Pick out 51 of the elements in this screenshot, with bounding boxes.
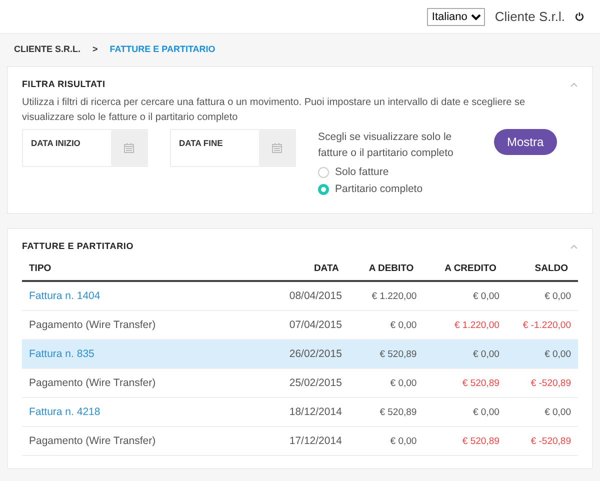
calendar-icon[interactable] bbox=[124, 143, 134, 153]
table-cell: 26/02/2015 bbox=[272, 340, 349, 368]
table-cell: € 520,89 bbox=[348, 398, 424, 426]
card-title: FATTURE E PARTITARIO bbox=[22, 241, 134, 251]
radio-icon[interactable] bbox=[318, 184, 329, 194]
invoice-link[interactable]: Fattura n. 1404 bbox=[22, 281, 272, 310]
choice-label: Scegli se visualizzare solo le fatture o il partitario completo bbox=[318, 130, 454, 161]
table-cell: € 520,89 bbox=[424, 426, 506, 456]
table-cell: € 0,00 bbox=[424, 281, 506, 310]
table-cell: € -520,89 bbox=[506, 426, 578, 456]
table-cell: € 0,00 bbox=[424, 340, 506, 368]
invoice-link[interactable]: Fattura n. 4218 bbox=[22, 398, 272, 426]
option-label: Solo fatture bbox=[335, 166, 389, 178]
date-field[interactable]: DATA FINE bbox=[170, 129, 296, 167]
table-cell: € 520,89 bbox=[348, 340, 424, 368]
table-cell: € 0,00 bbox=[424, 398, 506, 426]
calendar-icon[interactable] bbox=[272, 143, 282, 153]
option-label: Partitario completo bbox=[335, 183, 423, 195]
power-icon[interactable] bbox=[575, 12, 584, 21]
radio-option[interactable]: Partitario completo bbox=[318, 183, 468, 195]
table-cell: € 0,00 bbox=[348, 426, 424, 456]
language-select[interactable]: Italiano bbox=[426, 8, 485, 26]
column-header: SALDO bbox=[506, 257, 578, 281]
collapse-icon[interactable] bbox=[570, 244, 578, 248]
table-cell: € 1.220,00 bbox=[348, 281, 424, 310]
breadcrumb-link[interactable]: CLIENTE S.R.L. bbox=[14, 44, 81, 54]
table-cell: € 0,00 bbox=[506, 281, 578, 310]
table-cell: 08/04/2015 bbox=[272, 281, 349, 310]
table-cell: € 520,89 bbox=[424, 368, 506, 398]
table-cell: 25/02/2015 bbox=[272, 368, 349, 398]
table-cell: € -520,89 bbox=[506, 368, 578, 398]
table-cell: € 0,00 bbox=[506, 340, 578, 368]
user-name: Cliente S.r.l. bbox=[494, 9, 565, 24]
column-header: TIPO bbox=[22, 257, 272, 281]
description-text: Utilizza i filtri di ricerca per cercare una fattura o un movimento. Puoi impostare un intervallo di date e scegliere se visualizzare solo le fatture o il partitario completo bbox=[22, 96, 526, 125]
table-cell: 18/12/2014 bbox=[272, 398, 349, 426]
card-title: FILTRA RISULTATI bbox=[22, 79, 106, 89]
table-cell: € 0,00 bbox=[348, 368, 424, 398]
date-field[interactable]: DATA INIZIO bbox=[22, 129, 148, 167]
table-cell: 17/12/2014 bbox=[272, 426, 349, 456]
radio-option[interactable]: Solo fatture bbox=[318, 166, 468, 178]
column-header: A DEBITO bbox=[348, 257, 424, 281]
radio-icon[interactable] bbox=[318, 166, 329, 178]
table-cell: Pagamento (Wire Transfer) bbox=[22, 426, 272, 456]
table-cell: Pagamento (Wire Transfer) bbox=[22, 368, 272, 398]
column-header: DATA bbox=[272, 257, 349, 281]
collapse-icon[interactable] bbox=[570, 82, 578, 86]
show-button[interactable]: Mostra bbox=[494, 129, 557, 155]
breadcrumb-separator: > bbox=[92, 44, 98, 54]
table-cell: € 0,00 bbox=[506, 398, 578, 426]
column-header: A CREDITO bbox=[424, 257, 506, 281]
